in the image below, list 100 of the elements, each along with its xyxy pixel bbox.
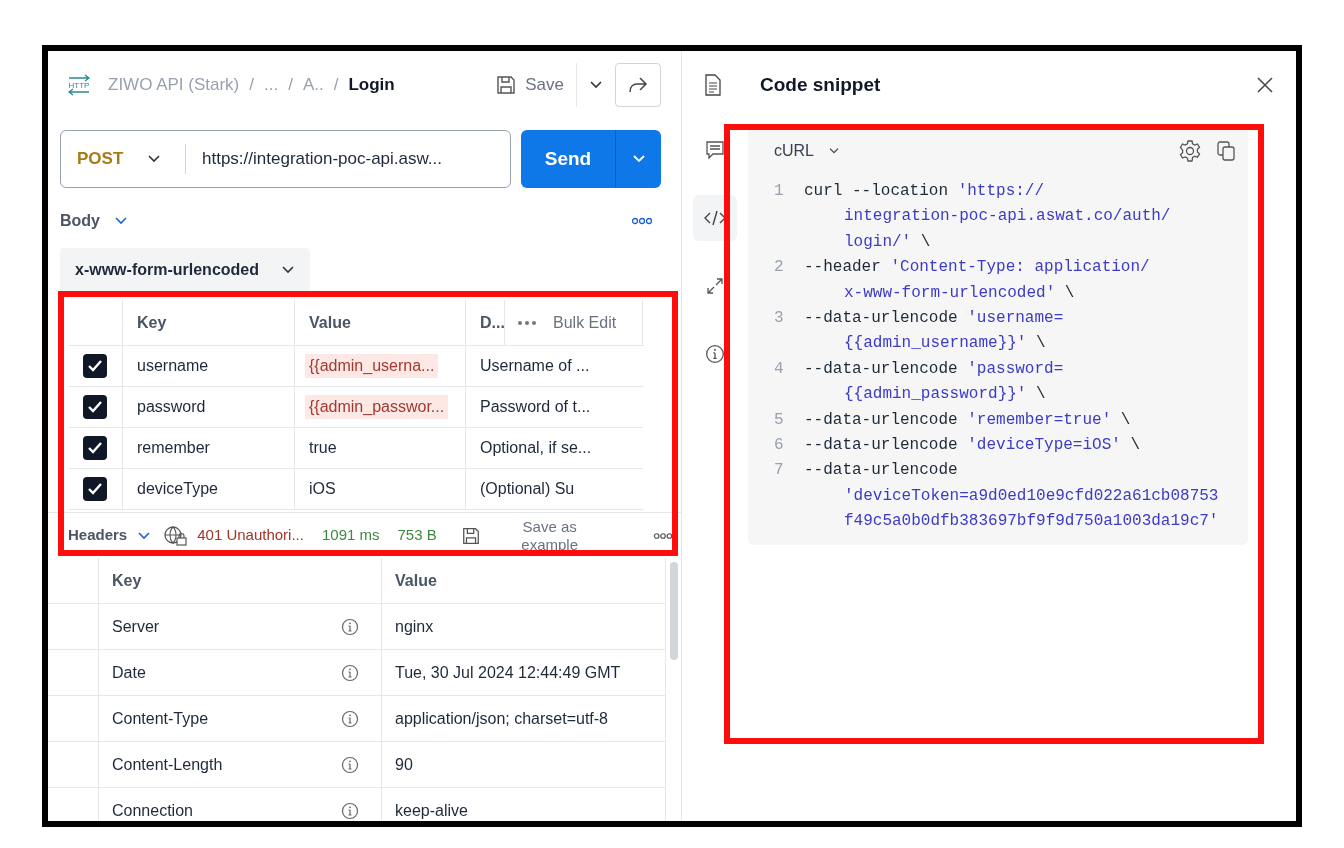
table-cell-text: application/json; charset=utf-8 xyxy=(395,708,608,729)
save-button[interactable]: Save xyxy=(495,63,577,107)
info-icon[interactable] xyxy=(341,663,359,682)
diagonal-arrows-icon xyxy=(706,277,724,295)
info-icon[interactable] xyxy=(341,709,359,728)
request-url-bar[interactable]: POST https://integration-poc-api.asw... xyxy=(60,130,511,188)
bulk-edit-link[interactable]: Bulk Edit xyxy=(553,310,617,335)
table-cell-text: remember xyxy=(137,438,210,458)
more-icon[interactable] xyxy=(517,319,537,326)
language-dropdown[interactable]: cURL xyxy=(774,139,840,163)
checkbox[interactable] xyxy=(83,477,107,501)
info-icon[interactable] xyxy=(341,755,359,774)
headers-tab[interactable]: Headers xyxy=(68,524,128,547)
save-icon xyxy=(495,74,518,96)
column-header: Key xyxy=(137,312,167,333)
column-header: Value xyxy=(309,312,351,333)
table-cell-text: deviceType xyxy=(137,479,218,499)
variable-value: {{admin_passwor... xyxy=(305,395,449,419)
chevron-down-icon xyxy=(281,265,295,275)
checkmark-icon xyxy=(87,400,103,414)
table-cell-text: nginx xyxy=(395,616,434,637)
table-cell-text: 90 xyxy=(395,754,413,775)
info-icon[interactable] xyxy=(341,617,359,636)
line-number: 5 xyxy=(774,409,785,431)
body-label: Body xyxy=(60,211,100,231)
table-cell-text: true xyxy=(308,438,337,458)
body-type-dropdown[interactable]: x-www-form-urlencoded xyxy=(60,248,310,292)
checkmark-icon xyxy=(87,482,103,496)
breadcrumb-link[interactable]: ZIWO API (Stark) xyxy=(108,72,240,98)
info-icon xyxy=(705,344,725,364)
checkbox[interactable] xyxy=(83,436,107,460)
code-line: --data-urlencode xyxy=(804,460,958,482)
code-line: --data-urlencode 'deviceType=iOS' \ xyxy=(804,435,1141,457)
more-icon[interactable] xyxy=(631,217,653,225)
breadcrumb-current: Login xyxy=(348,74,395,97)
settings-icon[interactable] xyxy=(1178,139,1202,163)
save-icon[interactable] xyxy=(460,525,481,546)
share-arrow-icon xyxy=(627,76,649,94)
close-icon[interactable] xyxy=(1256,76,1274,94)
scrollbar[interactable] xyxy=(670,562,678,660)
code-line: --header 'Content-Type: application/ xyxy=(804,257,1150,279)
table-cell-text: Server xyxy=(112,616,160,637)
line-number: 4 xyxy=(774,358,785,380)
variable-value: {{admin_userna... xyxy=(305,354,439,378)
document-icon[interactable] xyxy=(704,74,722,96)
table-cell-text: keep-alive xyxy=(395,800,468,821)
checkmark-icon xyxy=(87,441,103,455)
breadcrumb-separator: / xyxy=(288,74,293,97)
table-cell-text: (Optional) Su xyxy=(480,479,575,499)
line-number: 2 xyxy=(774,257,785,279)
status-code: 401 Unauthori... xyxy=(197,525,304,546)
code-icon xyxy=(704,210,726,226)
code-line: --data-urlencode 'remember=true' \ xyxy=(804,409,1131,431)
table-cell-text: Password of t... xyxy=(480,397,591,417)
code-line: login/' \ xyxy=(843,231,931,253)
chevron-down-icon[interactable] xyxy=(114,216,128,226)
code-line: --data-urlencode 'password= xyxy=(804,358,1064,380)
table-cell-text: Tue, 30 Jul 2024 12:44:49 GMT xyxy=(395,662,621,683)
breadcrumb-link[interactable]: A.. xyxy=(302,72,324,98)
save-as-example-link[interactable]: Save as example xyxy=(504,517,595,554)
breadcrumb-separator: / xyxy=(249,74,255,97)
response-time: 1091 ms xyxy=(321,525,380,546)
response-size: 753 B xyxy=(397,525,437,546)
globe-lock-icon[interactable] xyxy=(163,524,188,547)
more-icon[interactable] xyxy=(653,531,673,540)
column-header: Key xyxy=(112,570,142,591)
chevron-down-icon[interactable] xyxy=(147,154,161,164)
checkbox[interactable] xyxy=(83,395,107,419)
table-cell-text: Content-Type xyxy=(112,708,209,729)
table-cell-text: Content-Length xyxy=(112,754,223,775)
chevron-down-icon[interactable] xyxy=(137,530,152,541)
column-header: Value xyxy=(395,570,437,591)
url-field[interactable]: https://integration-poc-api.asw... xyxy=(186,146,443,172)
panel-title: Code snippet xyxy=(760,72,881,97)
column-header: D... xyxy=(480,312,505,333)
code-line: curl --location 'https:// xyxy=(804,181,1045,202)
line-number: 6 xyxy=(774,435,785,457)
comments-icon xyxy=(705,140,725,160)
code-line: --data-urlencode 'username= xyxy=(804,308,1064,330)
line-number: 7 xyxy=(774,460,785,482)
table-cell-text: password xyxy=(137,397,206,417)
info-icon[interactable] xyxy=(341,801,359,820)
code-line: 'deviceToken=a9d0ed10e9cfd022a61cb08753 xyxy=(843,485,1219,507)
copy-icon[interactable] xyxy=(1216,140,1236,162)
table-cell-text: Optional, if se... xyxy=(480,438,592,458)
chevron-down-icon xyxy=(631,154,646,164)
checkbox[interactable] xyxy=(83,354,107,378)
chevron-down-icon[interactable] xyxy=(589,80,603,90)
code-line: {{admin_username}}' \ xyxy=(843,333,1046,355)
code-line: {{admin_password}}' \ xyxy=(843,384,1046,406)
line-number: 3 xyxy=(774,308,785,330)
method-selector[interactable]: POST xyxy=(61,146,147,172)
chevron-down-icon xyxy=(828,147,840,155)
code-line: integration-poc-api.aswat.co/auth/ xyxy=(843,206,1171,228)
code-line: f49c5a0b0dfb383697bf9f9d750a1003da19c7' xyxy=(843,511,1219,533)
share-button[interactable] xyxy=(615,63,661,107)
line-number: 1 xyxy=(774,181,785,202)
table-cell-text: Connection xyxy=(112,800,193,821)
breadcrumb-link[interactable]: ... xyxy=(264,72,279,98)
breadcrumb-separator: / xyxy=(333,74,339,97)
